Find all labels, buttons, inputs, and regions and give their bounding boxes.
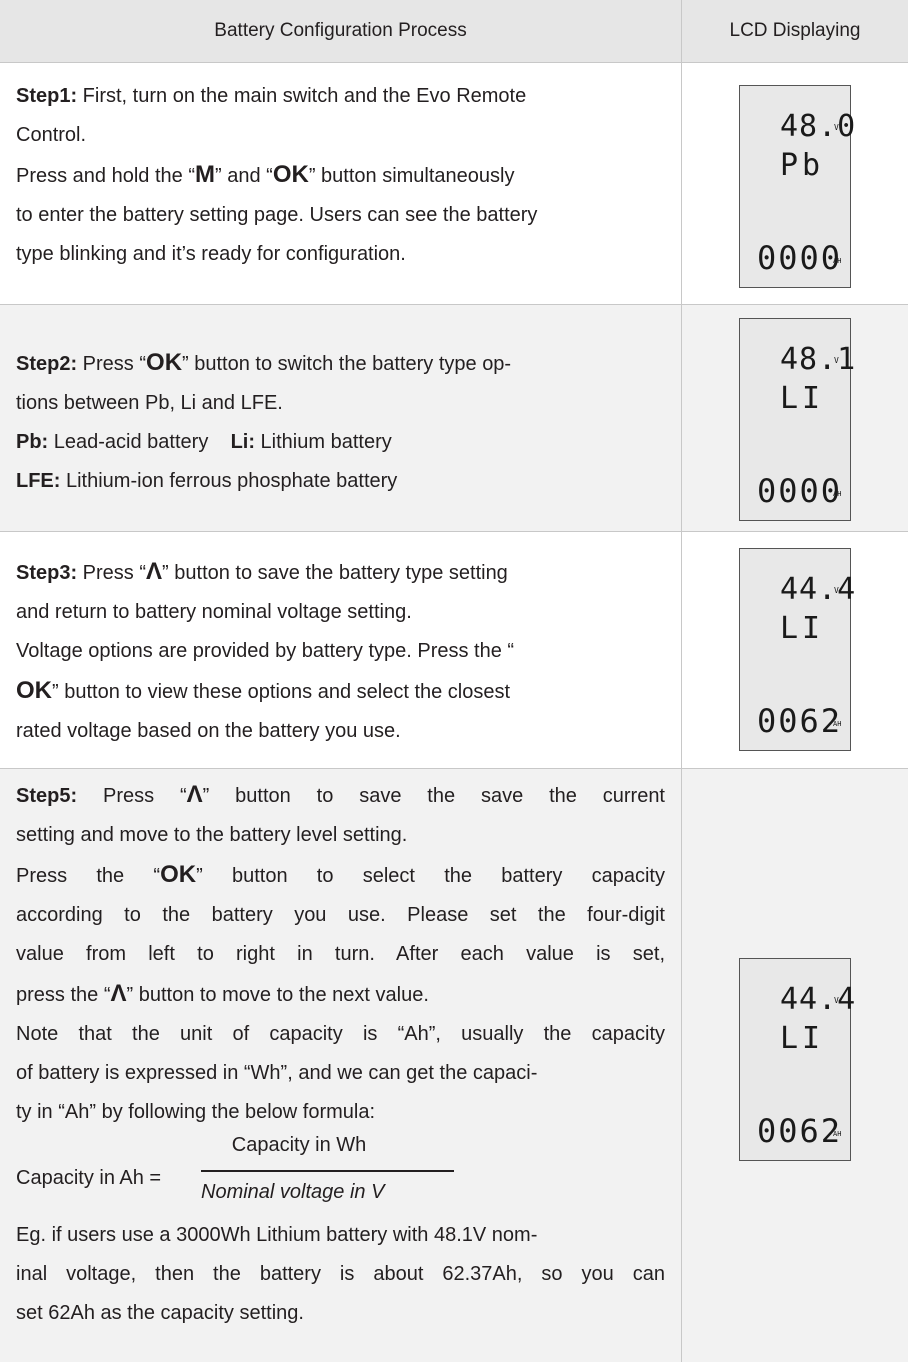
formula-denominator: Nominal voltage in V <box>201 1173 384 1212</box>
step2-title: Step2: <box>16 353 77 375</box>
step1-row: Step1: First, turn on the main switch an… <box>0 63 908 305</box>
fraction-bar <box>201 1170 454 1172</box>
step2-lcd-cell: 48.1 V LI 0000 AH <box>682 305 908 532</box>
lcd-voltage: 44.4 <box>780 572 856 607</box>
battery-config-table: Battery Configuration Process LCD Displa… <box>0 0 908 1362</box>
step2-row: Step2: Press “OK” button to switch the b… <box>0 305 908 532</box>
ok-key-glyph: OK <box>16 671 52 710</box>
formula-label: Capacity in Ah = <box>16 1159 161 1198</box>
lcd-voltage-unit: V <box>834 356 839 365</box>
step1-title: Step1: <box>16 85 77 107</box>
step3-row: Step3: Press “Λ” button to save the batt… <box>0 532 908 769</box>
step5-title: Step5: <box>16 785 77 807</box>
lcd-voltage-unit: V <box>834 586 839 595</box>
lcd-voltage: 44.4 <box>780 982 856 1017</box>
lcd-capacity: 0062 <box>757 1112 842 1150</box>
up-key-glyph: Λ <box>187 775 203 814</box>
lcd-battery-type: LI <box>780 611 824 646</box>
step5-lcd-cell: 44.4 V LI 0062 AH <box>682 769 908 1362</box>
formula-numerator: Capacity in Wh <box>134 1126 464 1165</box>
up-key-glyph: Λ <box>146 552 162 591</box>
step5-row: Step5: Press “Λ” button to save the save… <box>0 769 908 1362</box>
lcd-capacity: 0062 <box>757 702 842 740</box>
ok-key-glyph: OK <box>273 155 309 194</box>
header-process: Battery Configuration Process <box>0 0 682 63</box>
ok-key-glyph: OK <box>146 343 182 382</box>
lcd-capacity: 0000 <box>757 472 842 510</box>
step3-lcd-cell: 44.4 V LI 0062 AH <box>682 532 908 769</box>
lcd-display: 44.4 V LI 0062 AH <box>739 548 851 751</box>
lcd-capacity-unit: AH <box>833 490 841 498</box>
lcd-display: 48.1 V LI 0000 AH <box>739 318 851 521</box>
lcd-battery-type: LI <box>780 1021 824 1056</box>
lcd-capacity-unit: AH <box>833 720 841 728</box>
table-header-row: Battery Configuration Process LCD Displa… <box>0 0 908 63</box>
header-lcd: LCD Displaying <box>682 0 908 63</box>
lcd-capacity-unit: AH <box>833 257 841 265</box>
step3-text: Step3: Press “Λ” button to save the batt… <box>0 532 682 769</box>
lcd-capacity: 0000 <box>757 239 842 277</box>
step1-lcd-cell: 48.0 V Pb 0000 AH <box>682 63 908 305</box>
lcd-capacity-unit: AH <box>833 1130 841 1138</box>
lcd-battery-type: LI <box>780 381 824 416</box>
capacity-formula: Capacity in Wh Capacity in Ah = Nominal … <box>16 1132 665 1216</box>
lcd-voltage: 48.0 <box>780 109 856 144</box>
step1-text: Step1: First, turn on the main switch an… <box>0 63 682 305</box>
up-key-glyph: Λ <box>110 974 126 1013</box>
step2-text: Step2: Press “OK” button to switch the b… <box>0 305 682 532</box>
lcd-voltage-unit: V <box>834 996 839 1005</box>
lcd-display: 44.4 V LI 0062 AH <box>739 958 851 1161</box>
ok-key-glyph: OK <box>160 855 196 894</box>
m-key-glyph: M <box>195 155 215 194</box>
lcd-display: 48.0 V Pb 0000 AH <box>739 85 851 288</box>
lcd-voltage-unit: V <box>834 123 839 132</box>
lcd-voltage: 48.1 <box>780 342 856 377</box>
step5-text: Step5: Press “Λ” button to save the save… <box>0 769 682 1362</box>
lcd-battery-type: Pb <box>780 148 824 183</box>
step3-title: Step3: <box>16 562 77 584</box>
